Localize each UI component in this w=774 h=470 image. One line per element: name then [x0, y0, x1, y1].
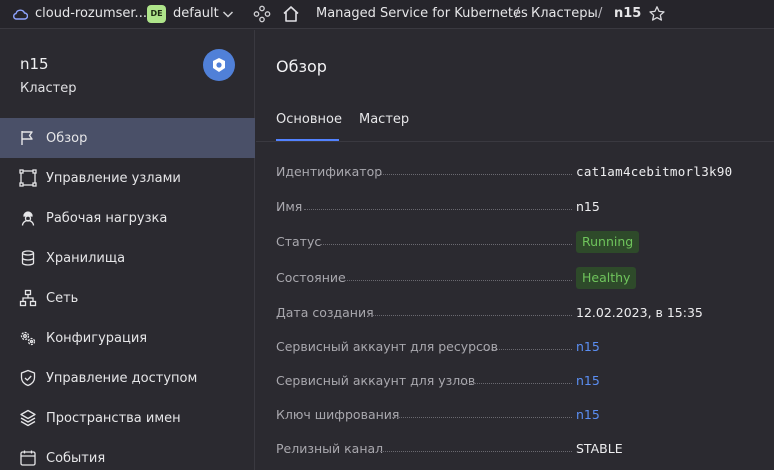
sidebar-item-workload[interactable]: Рабочая нагрузка [0, 198, 255, 238]
property-row-created: Дата создания 12.02.2023, в 15:35 [276, 303, 774, 323]
breadcrumb-service[interactable]: Managed Service for Kubernetes [316, 6, 528, 21]
dotted-leader [392, 417, 572, 418]
sidebar-item-label: Обзор [46, 130, 88, 146]
nodes-frame-icon [19, 169, 37, 187]
sidebar: n15 Кластер Обзор Управление узлами Рабо… [0, 30, 255, 470]
flag-icon [21, 131, 33, 145]
services-icon[interactable] [253, 5, 271, 23]
property-row-encryption-key: Ключ шифрования n15 [276, 405, 774, 425]
cluster-type-label: Кластер [20, 81, 77, 96]
dotted-leader [320, 244, 572, 245]
property-label: Дата создания [276, 305, 374, 320]
property-label: Сервисный аккаунт для узлов [276, 373, 476, 388]
worker-icon [21, 211, 35, 226]
created-date-value: 12.02.2023, в 15:35 [576, 305, 703, 320]
database-icon [21, 250, 35, 266]
node-service-account-link[interactable]: n15 [576, 373, 600, 388]
property-row-resource-sa: Сервисный аккаунт для ресурсов n15 [276, 337, 774, 357]
cloud-selector[interactable]: cloud-rozumser... [35, 6, 147, 21]
property-label: Идентификатор [276, 164, 383, 179]
sidebar-item-label: Управление узлами [46, 170, 181, 186]
resource-service-account-link[interactable]: n15 [576, 339, 600, 354]
sidebar-item-storage[interactable]: Хранилища [0, 238, 255, 278]
page-title: Обзор [276, 57, 327, 76]
sidebar-item-label: Управление доступом [46, 370, 198, 386]
dotted-leader [376, 174, 572, 175]
kubernetes-icon [213, 58, 225, 72]
kubernetes-service-icon [203, 49, 235, 81]
sidebar-item-configuration[interactable]: Конфигурация [0, 318, 255, 358]
dotted-leader [460, 383, 572, 384]
property-label: Ключ шифрования [276, 407, 400, 422]
star-icon[interactable] [648, 5, 666, 23]
cloud-icon[interactable] [12, 7, 28, 21]
layers-icon [20, 409, 36, 427]
folder-badge[interactable]: DE [147, 5, 166, 23]
sidebar-item-label: Хранилища [46, 250, 126, 266]
sidebar-item-label: События [46, 450, 106, 466]
property-label: Релизный канал [276, 441, 384, 456]
home-icon[interactable] [281, 4, 301, 24]
property-label: Статус [276, 234, 322, 249]
property-label: Состояние [276, 270, 346, 285]
sidebar-item-label: Рабочая нагрузка [46, 210, 168, 226]
tab-general[interactable]: Основное [276, 112, 342, 127]
property-row-name: Имя n15 [276, 197, 774, 217]
cluster-id-value[interactable]: cat1am4cebitmorl3k90 [576, 164, 733, 179]
main-content: Обзор Основное Мастер Идентификатор cat1… [256, 30, 774, 470]
sidebar-item-label: Пространства имен [46, 410, 181, 426]
property-row-release-channel: Релизный канал STABLE [276, 439, 774, 459]
encryption-key-link[interactable]: n15 [576, 407, 600, 422]
cluster-name-value: n15 [576, 199, 600, 214]
property-row-status: Статус Running [276, 231, 774, 253]
tab-master[interactable]: Мастер [359, 112, 409, 127]
shield-icon [20, 369, 36, 387]
sidebar-item-network[interactable]: Сеть [0, 278, 255, 318]
dotted-leader [368, 315, 572, 316]
tabs-divider [256, 141, 774, 142]
property-row-health: Состояние Healthy [276, 267, 774, 289]
folder-selector[interactable]: default [173, 6, 219, 21]
sidebar-item-overview[interactable]: Обзор [0, 118, 255, 158]
release-channel-value: STABLE [576, 441, 623, 456]
calendar-icon [20, 450, 36, 466]
dotted-leader [344, 280, 572, 281]
property-row-id: Идентификатор cat1am4cebitmorl3k90 [276, 162, 774, 182]
dotted-leader [304, 209, 572, 210]
property-label: Имя [276, 199, 303, 214]
sidebar-item-namespaces[interactable]: Пространства имен [0, 398, 255, 438]
status-badge: Running [576, 231, 640, 253]
sidebar-item-label: Сеть [46, 290, 79, 306]
top-bar: cloud-rozumser... DE default Managed Ser… [0, 0, 774, 29]
dotted-leader [380, 451, 572, 452]
breadcrumb-current: n15 [614, 6, 642, 21]
sidebar-item-access[interactable]: Управление доступом [0, 358, 255, 398]
health-badge: Healthy [576, 267, 637, 289]
cluster-name: n15 [20, 55, 49, 73]
sidebar-item-label: Конфигурация [46, 330, 148, 346]
chevron-down-icon[interactable] [222, 9, 234, 19]
breadcrumb-separator: / [515, 6, 520, 21]
sidebar-item-node-management[interactable]: Управление узлами [0, 158, 255, 198]
breadcrumb-clusters[interactable]: Кластеры [531, 6, 598, 21]
property-label: Сервисный аккаунт для ресурсов [276, 339, 498, 354]
gears-icon [20, 331, 36, 346]
dotted-leader [482, 349, 572, 350]
network-icon [19, 289, 37, 307]
breadcrumb-separator: / [598, 6, 603, 21]
sidebar-item-events[interactable]: События [0, 438, 255, 470]
property-row-node-sa: Сервисный аккаунт для узлов n15 [276, 371, 774, 391]
